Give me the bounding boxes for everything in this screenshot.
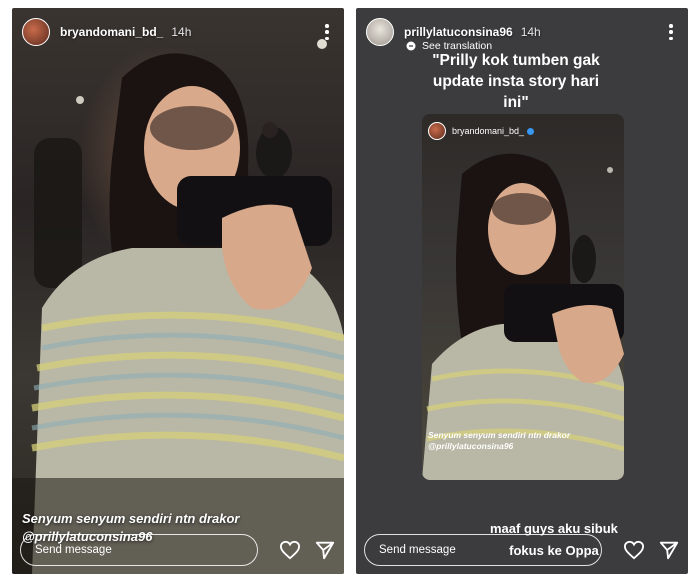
send-icon[interactable] [313,537,336,563]
avatar[interactable] [22,18,50,46]
quote-line: "Prilly kok tumben gak [432,52,600,69]
mention-link[interactable]: @prillylatuconsina96 [428,441,570,452]
send-message-input[interactable] [364,534,602,566]
reshared-story-header: bryandomani_bd_ [428,122,535,140]
reshared-username[interactable]: bryandomani_bd_ [452,126,524,136]
quote-line: update insta story hari [432,73,600,90]
story-left[interactable]: bryandomani_bd_ 14h Senyum senyum sendir… [12,8,344,574]
reshared-caption: Senyum senyum sendiri ntn drakor @prilly… [428,430,570,452]
caption-text: Senyum senyum sendiri ntn drakor [428,430,571,440]
heart-icon[interactable] [278,537,301,563]
send-message-input[interactable] [20,534,258,566]
quote-line: ini" [503,94,529,111]
username[interactable]: bryandomani_bd_ [60,25,163,39]
reshared-story-card[interactable]: bryandomani_bd_ Senyum senyum sendiri nt… [422,114,624,480]
reply-bar [364,534,680,566]
timestamp: 14h [520,25,541,39]
story-text-quote: "Prilly kok tumben gak update insta stor… [406,50,626,113]
story-photo [12,39,344,574]
heart-icon[interactable] [622,537,645,563]
timestamp: 14h [171,25,192,39]
avatar [428,122,446,140]
more-options-icon[interactable] [664,22,678,42]
reply-bar [20,534,336,566]
story-right[interactable]: prillylatuconsina96 14h See translation … [356,8,688,574]
avatar[interactable] [366,18,394,46]
username[interactable]: prillylatuconsina96 [404,25,513,39]
reshared-story-photo [422,153,624,480]
story-header: bryandomani_bd_ 14h [22,18,334,46]
send-icon[interactable] [657,537,680,563]
more-options-icon[interactable] [320,22,334,42]
verified-badge-icon [527,127,535,135]
caption-text: Senyum senyum sendiri ntn drakor [22,511,240,526]
